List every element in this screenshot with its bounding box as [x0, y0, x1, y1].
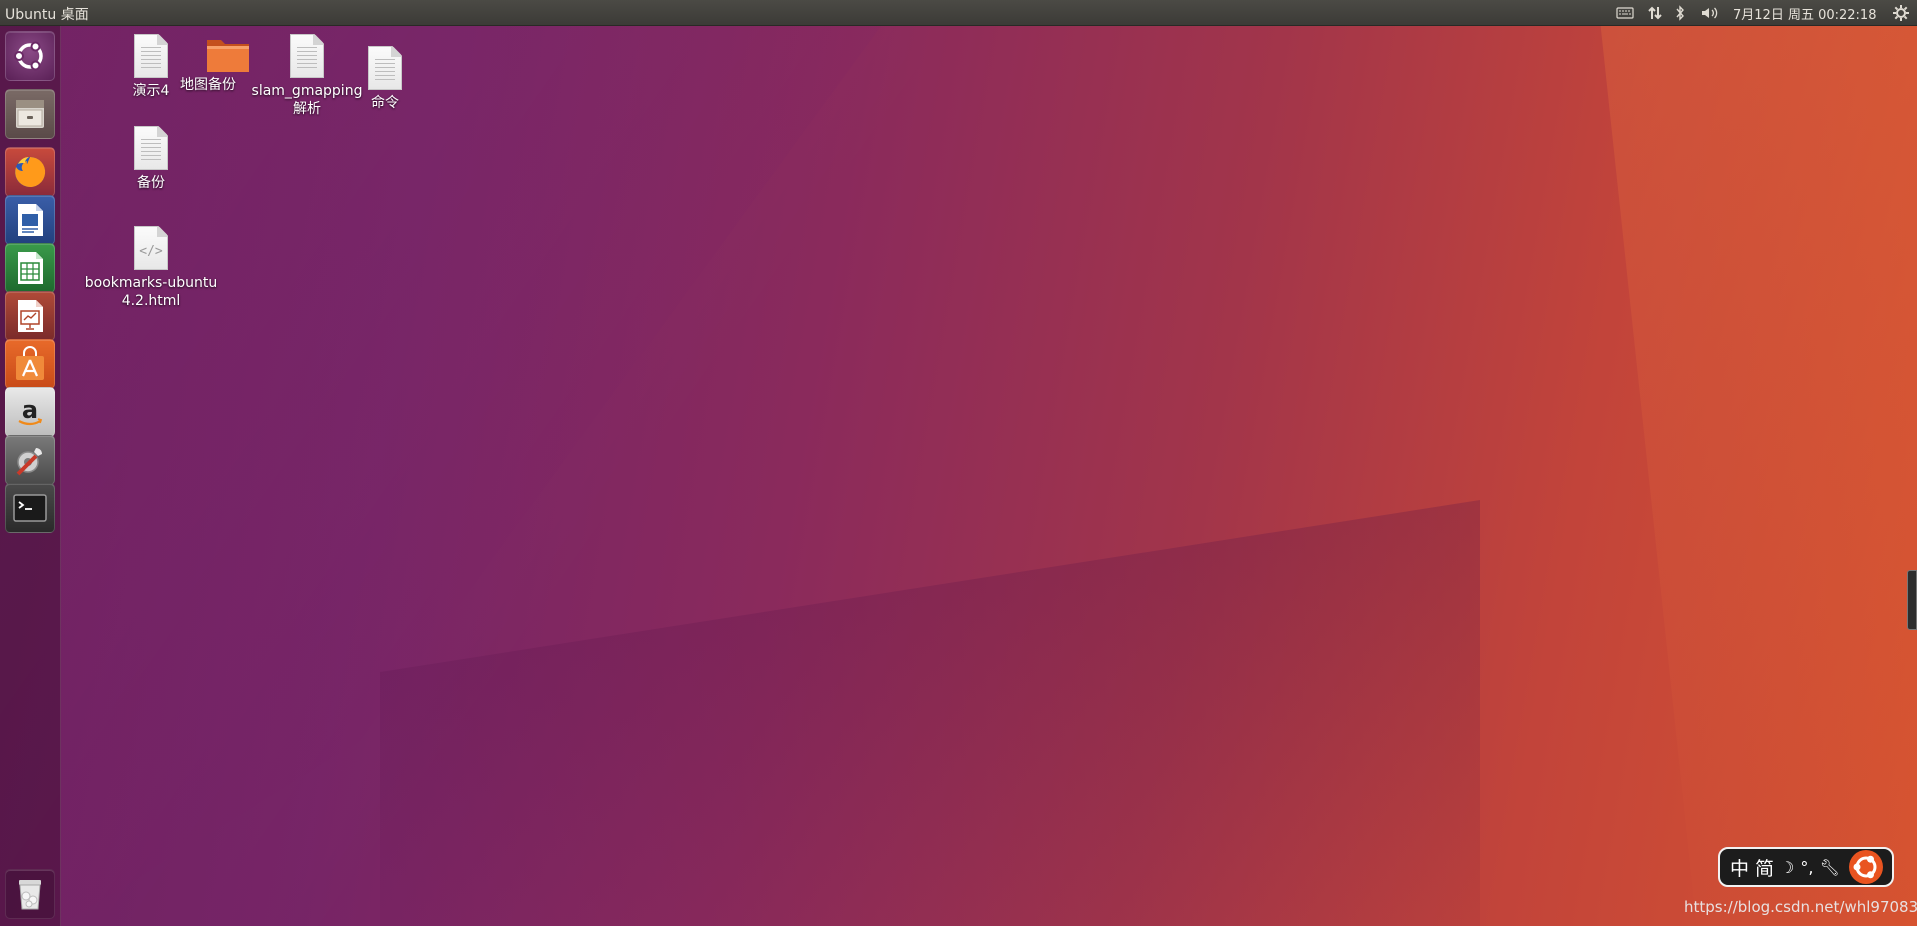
launcher-files[interactable] [5, 89, 55, 139]
network-icon[interactable] [1646, 3, 1664, 23]
punctuation-icon[interactable]: °, [1800, 858, 1813, 877]
launcher-calc[interactable] [5, 243, 55, 293]
amazon-icon: a [18, 396, 43, 426]
moon-icon[interactable]: ☽ [1780, 858, 1794, 877]
watermark-url: https://blog.csdn.net/whl970831 [1684, 898, 1917, 916]
desktop-icon-commands[interactable]: 命令 [325, 46, 445, 112]
desktop-icon-label: 命令 [371, 95, 399, 111]
software-bag-icon [16, 346, 44, 380]
launcher-terminal[interactable] [5, 483, 55, 533]
launcher-firefox[interactable] [5, 147, 55, 197]
trash-icon [19, 880, 41, 910]
wrench-icon[interactable]: 🔧︎ [1819, 858, 1839, 877]
volume-icon[interactable] [1699, 3, 1721, 23]
launcher: a [0, 26, 61, 926]
file-cabinet-icon [16, 100, 44, 128]
launcher-trash[interactable] [5, 869, 55, 919]
firefox-icon [15, 156, 46, 187]
desktop-icon-label: 备份 [137, 175, 165, 191]
ime-mode-char[interactable]: 中 [1730, 854, 1749, 881]
desktop-background[interactable]: 演示4 地图备份 slam_gmapping解析 命令 备份 </> bookm [0, 0, 1917, 926]
desktop-icon-label: 地图备份 [180, 77, 236, 93]
keyboard-icon[interactable] [1616, 3, 1634, 23]
bluetooth-icon[interactable] [1673, 3, 1687, 23]
terminal-icon [13, 494, 47, 522]
desktop-icon-bookmarks-html[interactable]: </> bookmarks-ubuntu 4.2.html [81, 226, 221, 310]
html-file-icon: </> [134, 226, 168, 270]
side-panel-handle[interactable] [1907, 570, 1917, 630]
desktop-icon-backup[interactable]: 备份 [91, 126, 211, 192]
gear-icon[interactable] [1892, 3, 1910, 23]
desktop-icon-label: bookmarks-ubuntu 4.2.html [84, 275, 218, 309]
launcher-ubuntu-dash[interactable] [5, 31, 55, 81]
ubuntu-logo-icon [14, 41, 43, 71]
clock[interactable]: 7月12日 周五 00:22:18 [1733, 4, 1876, 23]
wallpaper-facet [1600, 20, 1917, 920]
svg-text:</>: </> [139, 244, 163, 259]
launcher-system-settings[interactable] [5, 435, 55, 485]
document-icon [290, 34, 324, 78]
document-icon [368, 46, 402, 90]
top-panel: Ubuntu 桌面 7月12日 周五 00:22:18 [0, 0, 1917, 26]
settings-wrench-icon [16, 448, 42, 476]
launcher-impress[interactable] [5, 291, 55, 341]
wallpaper-facet [60, 0, 900, 926]
ime-charset-char[interactable]: 简 [1755, 854, 1774, 881]
calc-icon [18, 252, 43, 284]
impress-icon [18, 300, 43, 332]
ubuntu-logo-icon[interactable] [1848, 849, 1884, 885]
launcher-ubuntu-software[interactable] [5, 339, 55, 389]
svg-text:a: a [22, 396, 38, 424]
folder-icon [205, 34, 251, 72]
launcher-amazon[interactable]: a [5, 387, 55, 437]
document-icon [134, 34, 168, 78]
wallpaper-facet [380, 500, 1480, 926]
document-icon [134, 126, 168, 170]
writer-icon [18, 204, 43, 236]
panel-title: Ubuntu 桌面 [5, 7, 89, 23]
input-method-indicator[interactable]: 中 简 ☽ °, 🔧︎ [1718, 847, 1894, 887]
launcher-writer[interactable] [5, 195, 55, 245]
